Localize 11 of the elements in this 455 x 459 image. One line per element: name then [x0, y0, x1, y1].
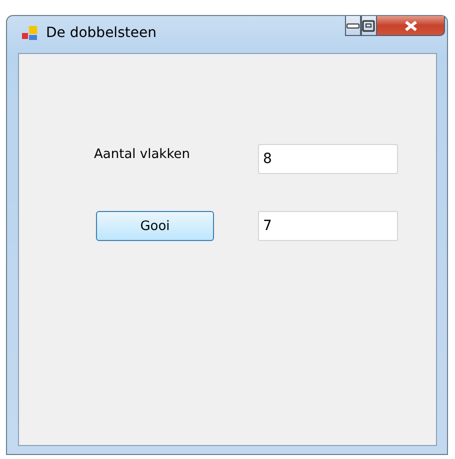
faces-field[interactable]: 8	[258, 144, 398, 174]
roll-button[interactable]: Gooi	[96, 211, 214, 241]
close-icon	[404, 20, 418, 32]
result-field[interactable]: 7	[258, 211, 398, 241]
faces-label: Aantal vlakken	[94, 146, 190, 162]
window-title: De dobbelsteen	[46, 25, 156, 41]
minimize-button[interactable]	[345, 16, 361, 36]
maximize-icon	[362, 20, 376, 32]
close-button[interactable]	[377, 16, 445, 36]
app-icon	[22, 25, 38, 41]
maximize-button[interactable]	[361, 16, 377, 36]
